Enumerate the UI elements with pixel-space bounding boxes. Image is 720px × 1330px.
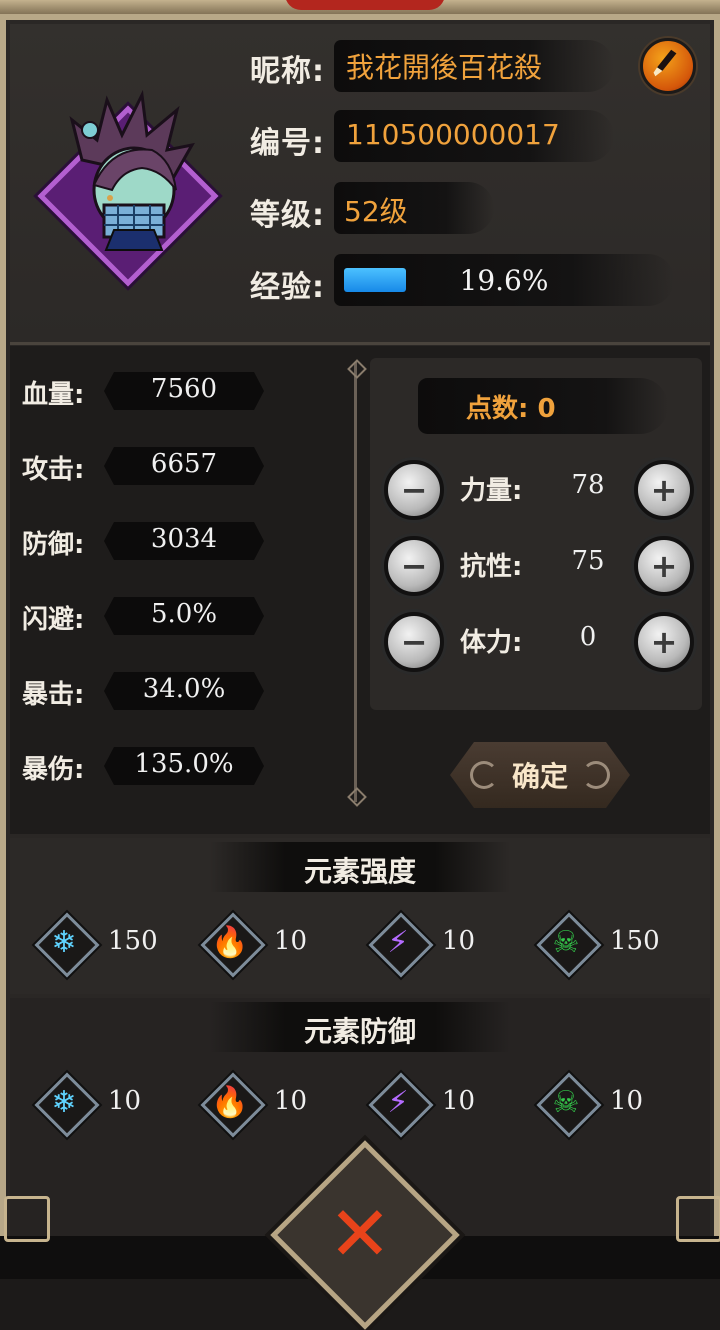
stat-label: 防御: [22, 530, 85, 560]
stat-label: 暴伤: [22, 755, 85, 785]
element-value: 10 [108, 1086, 142, 1116]
stat-label: 攻击: [22, 455, 85, 485]
element-value: 150 [108, 926, 158, 956]
element-value: 10 [274, 926, 308, 956]
element-value: 10 [442, 1086, 476, 1116]
close-icon: ✕ [328, 1189, 392, 1278]
attribute-value: 0 [579, 622, 597, 652]
element-defense-title: 元素防御 [303, 1015, 416, 1048]
brush-icon [653, 49, 677, 77]
poison-skull-icon: ☠ [552, 1085, 580, 1120]
confirm-button[interactable]: 确定 [450, 742, 630, 808]
stat-value: 3034 [150, 524, 218, 554]
attribute-value: 78 [571, 470, 605, 500]
player-id-value: 110500000017 [346, 118, 560, 151]
swirl-left-icon [469, 761, 498, 789]
decrease-button[interactable]: − [384, 460, 444, 520]
close-button[interactable]: ✕ [322, 1196, 398, 1272]
element-value: 10 [274, 1086, 308, 1116]
stat-value: 34.0% [142, 674, 226, 704]
stat-value: 6657 [150, 449, 218, 479]
attribute-value: 75 [571, 546, 605, 576]
stat-value: 5.0% [150, 599, 218, 629]
stat-label: 闪避: [22, 605, 85, 635]
decrease-button[interactable]: − [384, 536, 444, 596]
increase-button[interactable]: + [634, 460, 694, 520]
stat-label: 血量: [22, 380, 85, 410]
poison-skull-icon: ☠ [552, 925, 580, 960]
edit-nickname-button[interactable] [640, 38, 696, 94]
corner-ornament-left [4, 1196, 50, 1242]
lightning-icon: ⚡ [387, 1085, 409, 1120]
points-remaining: 点数: 0 [466, 394, 556, 424]
nickname-label: 昵称: [250, 54, 325, 89]
corner-ornament-right [676, 1196, 720, 1242]
decrease-button[interactable]: − [384, 612, 444, 672]
attribute-label: 体力: [460, 628, 523, 658]
level-label: 等级: [250, 198, 325, 233]
stat-value: 7560 [150, 374, 218, 404]
stat-label: 暴击: [22, 680, 85, 710]
attribute-label: 力量: [460, 476, 523, 506]
lightning-icon: ⚡ [387, 925, 409, 960]
ice-icon: ❄ [51, 925, 77, 960]
increase-button[interactable]: + [634, 612, 694, 672]
ice-icon: ❄ [51, 1085, 77, 1120]
level-value: 52级 [344, 195, 408, 228]
stat-value: 135.0% [134, 749, 234, 779]
stats-scrollbar[interactable] [354, 362, 357, 802]
title-emblem [285, 0, 445, 10]
exp-percent: 19.6% [459, 264, 549, 297]
nickname-value: 我花開後百花殺 [346, 51, 543, 84]
swirl-right-icon [582, 761, 610, 789]
avatar [69, 90, 195, 251]
element-strength-title: 元素强度 [303, 855, 416, 888]
element-value: 150 [610, 926, 660, 956]
fire-icon: 🔥 [211, 925, 249, 960]
fire-icon: 🔥 [211, 1085, 249, 1120]
id-label: 编号: [250, 126, 325, 161]
element-value: 10 [610, 1086, 644, 1116]
exp-label: 经验: [250, 270, 325, 305]
increase-button[interactable]: + [634, 536, 694, 596]
element-value: 10 [442, 926, 476, 956]
confirm-label: 确定 [511, 760, 568, 793]
attribute-label: 抗性: [460, 552, 523, 582]
